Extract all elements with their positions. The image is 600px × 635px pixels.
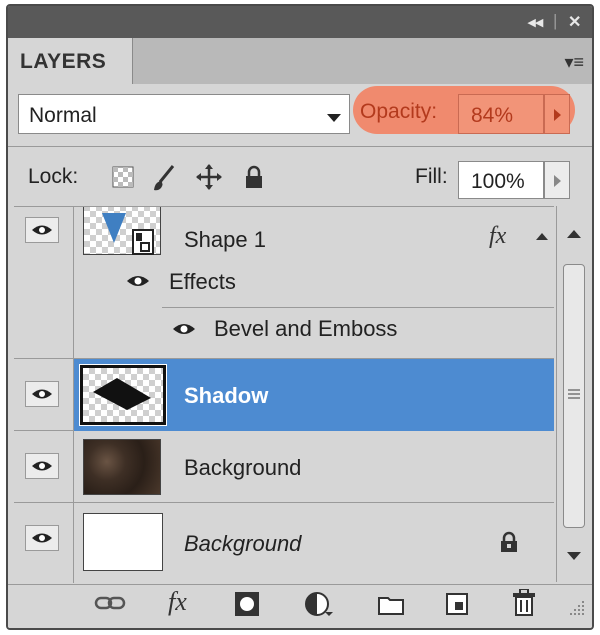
layers-panel: ◂◂ | ✕ LAYERS ▾≡ Normal Opacity: 84% Loc… [6,4,594,630]
fill-slider-button[interactable] [544,161,570,199]
new-layer-icon[interactable] [446,593,468,627]
opacity-value: 84% [471,104,514,127]
add-mask-icon[interactable] [234,591,260,625]
scroll-thumb[interactable] [563,264,585,528]
fx-badge[interactable]: fx [489,223,506,250]
new-group-icon[interactable] [378,595,404,628]
scrollbar[interactable] [556,206,590,582]
scroll-down-icon[interactable] [567,552,581,560]
visibility-cell [14,359,74,430]
lock-image-pixels-icon[interactable] [151,164,177,197]
eye-icon[interactable] [25,453,59,479]
effect-item-bevel[interactable]: Bevel and Emboss [214,316,397,342]
chevron-right-icon [554,109,561,121]
layer-name[interactable]: Shape 1 [184,227,266,253]
eye-icon[interactable] [25,217,59,243]
fill-input[interactable]: 100% [458,161,544,199]
panel-menu-icon[interactable]: ▾≡ [564,52,584,73]
link-layers-icon[interactable] [94,593,128,627]
delete-layer-icon[interactable] [512,588,536,623]
opacity-label: Opacity: [360,100,438,123]
adjustment-layer-icon[interactable] [304,591,334,625]
visibility-cell [14,431,74,502]
effects-subrow [74,265,554,266]
close-icon[interactable]: ✕ [568,12,581,32]
visibility-cell [14,503,74,583]
lock-all-icon[interactable] [244,165,264,194]
layer-name[interactable]: Shadow [184,383,268,409]
scroll-up-icon[interactable] [567,230,581,238]
layer-thumbnail [83,439,161,495]
layer-thumbnail [79,364,167,426]
fill-label: Fill: [415,165,448,188]
visibility-cell [14,207,74,358]
lock-position-icon[interactable] [196,164,222,195]
titlebar-divider: | [553,11,558,30]
opacity-slider-button[interactable] [544,94,570,134]
effects-eye-icon[interactable] [126,273,150,294]
panel-titlebar: ◂◂ | ✕ [8,6,592,38]
tab-layers[interactable]: LAYERS [8,38,133,84]
lock-icon [500,531,518,558]
bevel-eye-icon[interactable] [172,321,196,342]
tab-row: LAYERS ▾≡ [8,38,592,84]
eye-icon[interactable] [25,525,59,551]
layer-name[interactable]: Background [184,455,301,481]
chevron-down-icon [327,114,341,122]
effects-label: Effects [169,269,236,294]
effects-expander-icon[interactable] [536,233,548,240]
chevron-right-icon [554,175,561,187]
lock-transparent-pixels-icon[interactable] [112,166,134,193]
blend-mode-select[interactable]: Normal [18,94,350,134]
panel-footer: fx [8,584,592,628]
resize-grip-icon[interactable] [570,601,586,628]
layer-name[interactable]: Background [184,531,301,557]
lock-label: Lock: [28,165,79,188]
layers-list: Shape 1 fx Effects Bevel and Emboss Shad… [14,206,554,583]
collapse-icon[interactable]: ◂◂ [528,13,543,31]
layer-thumbnail [83,513,163,571]
opacity-input[interactable]: 84% [458,94,544,134]
divider [162,307,554,308]
eye-icon[interactable] [25,381,59,407]
layer-row-background-locked[interactable]: Background [14,503,554,583]
layer-row-background-texture[interactable]: Background [14,431,554,503]
blend-mode-value: Normal [29,104,97,127]
smart-object-icon [132,229,154,260]
tab-layers-label: LAYERS [20,50,107,73]
add-style-icon[interactable]: fx [168,587,187,621]
divider [8,146,592,147]
layer-row-shadow[interactable]: Shadow [14,359,554,431]
fill-value: 100% [471,170,525,193]
layer-row-shape-1[interactable]: Shape 1 fx Effects Bevel and Emboss [14,207,554,359]
